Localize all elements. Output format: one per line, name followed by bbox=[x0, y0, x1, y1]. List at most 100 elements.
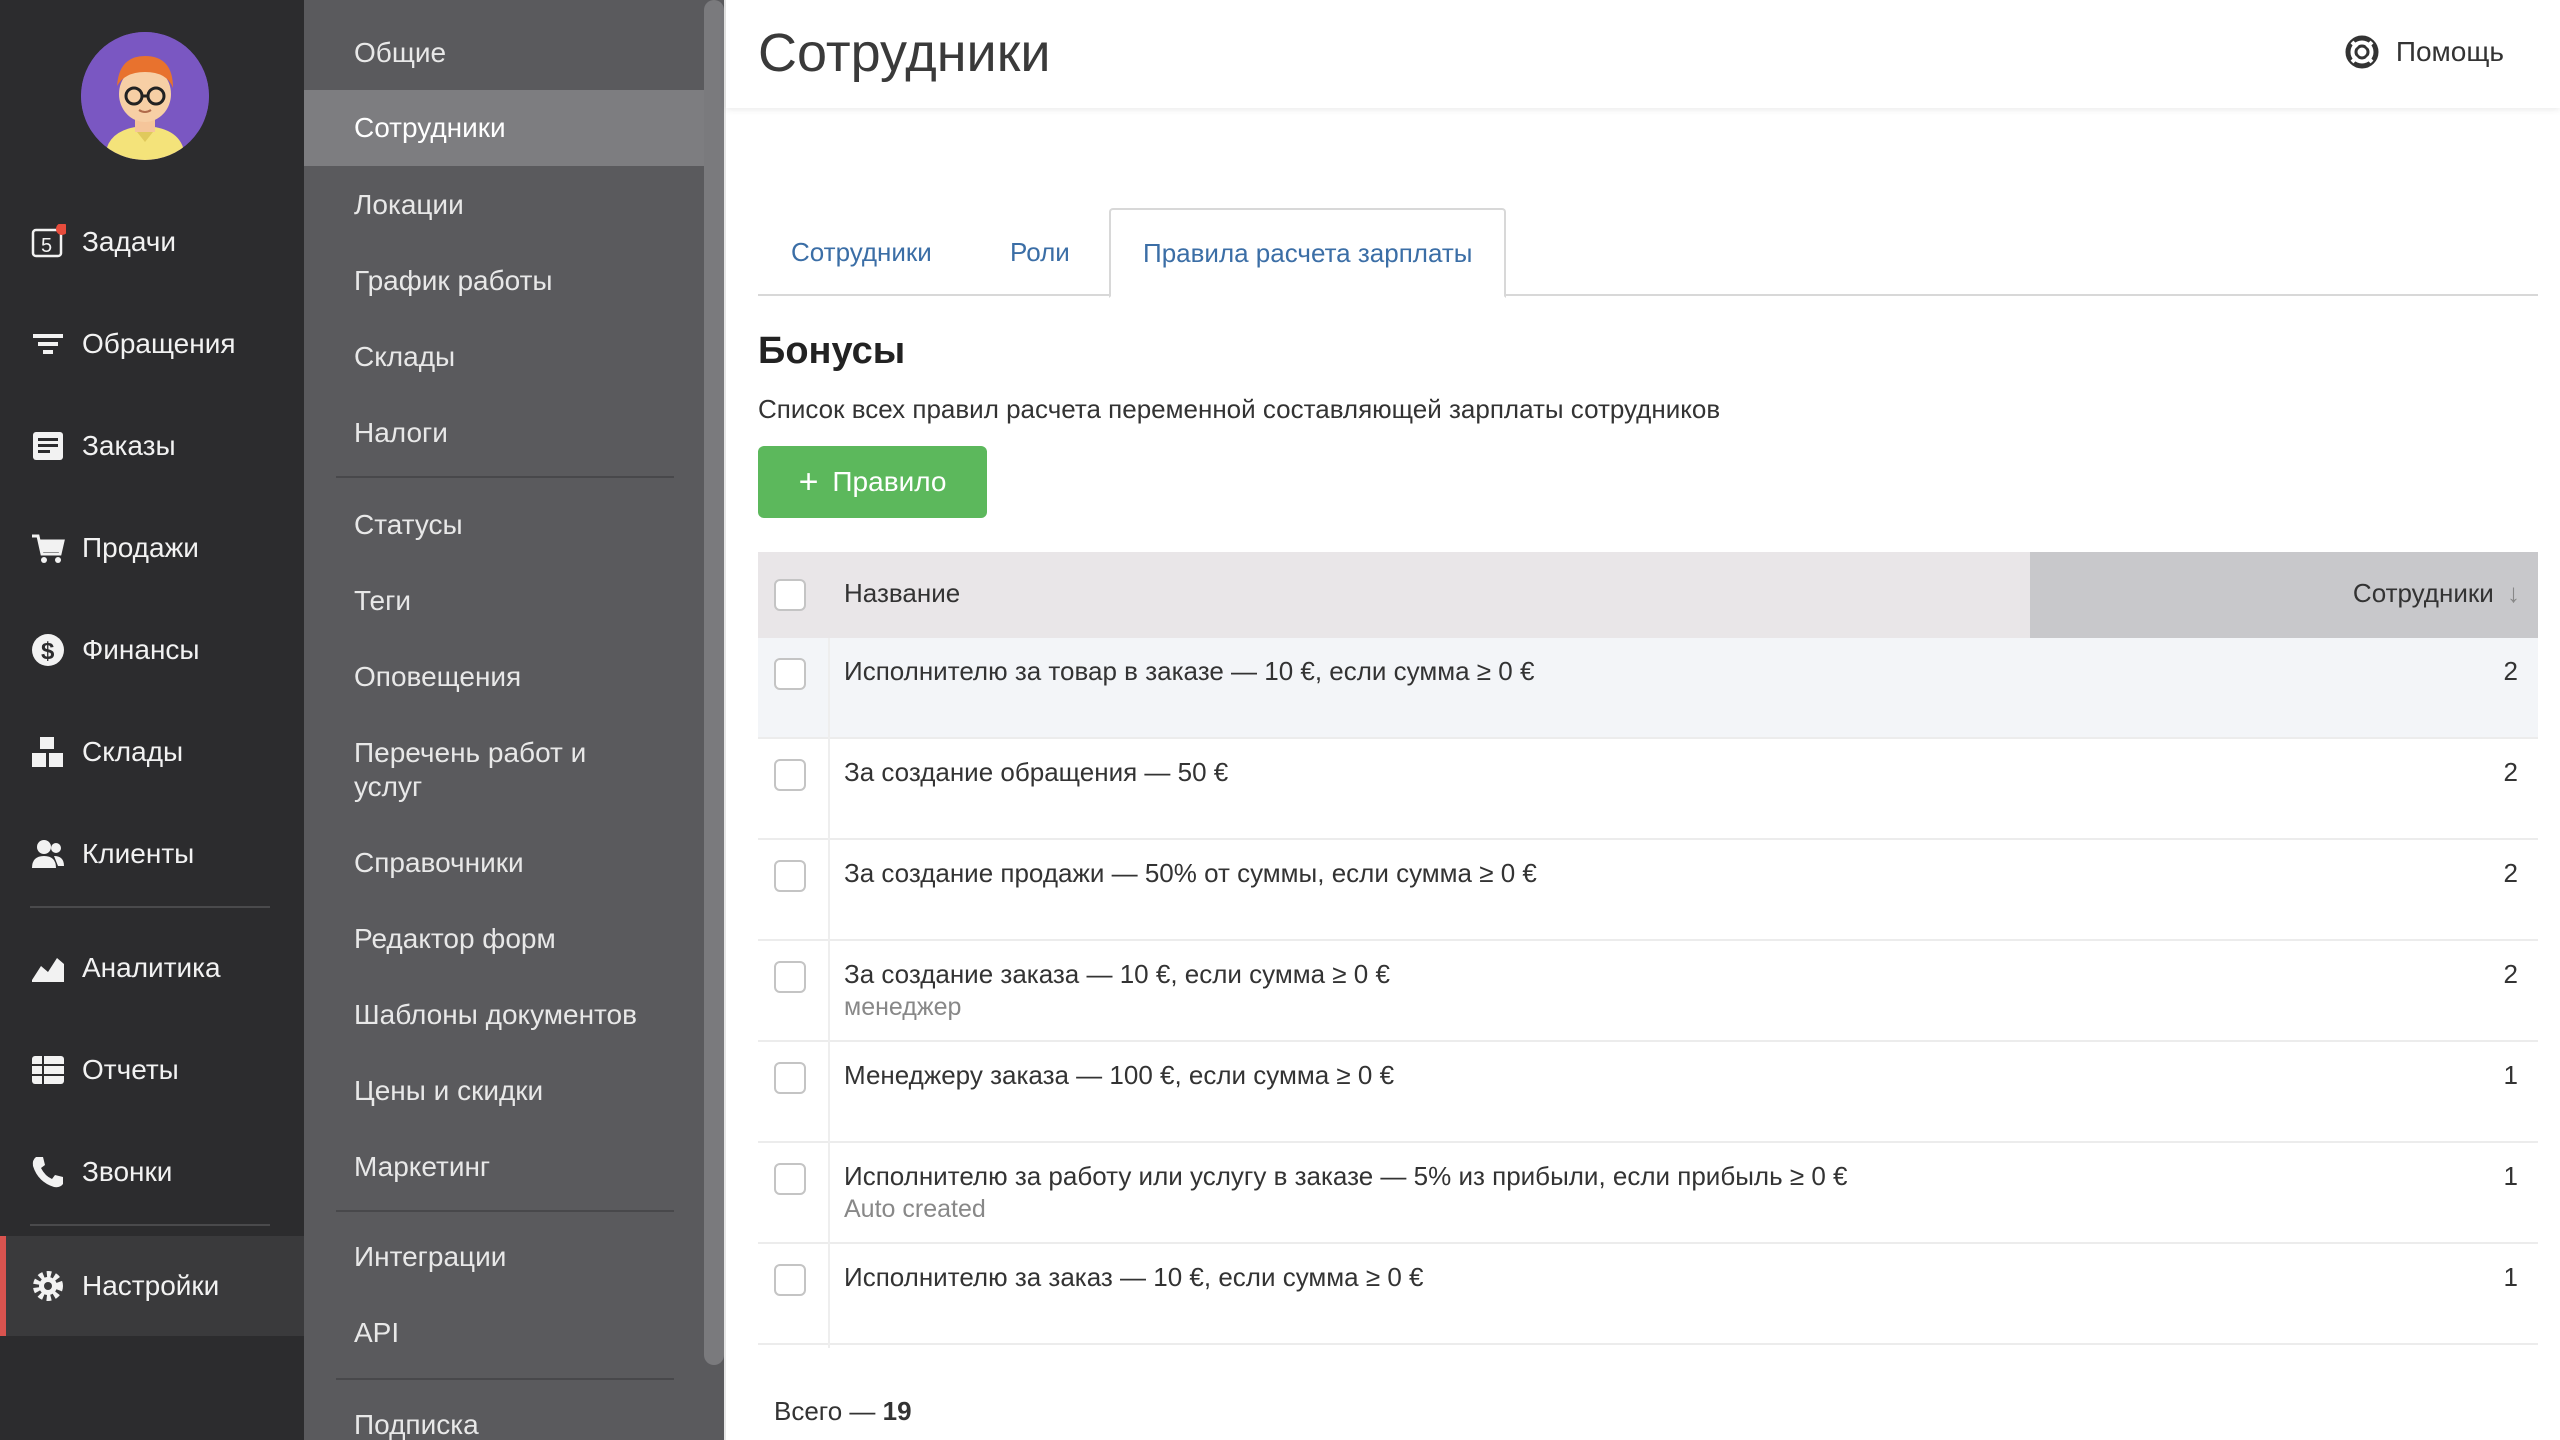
section-description: Список всех правил расчета переменной со… bbox=[758, 394, 1721, 424]
column-header-employees-label: Сотрудники bbox=[2352, 578, 2494, 608]
row-checkbox[interactable] bbox=[774, 1163, 806, 1195]
submenu-scrollbar[interactable] bbox=[704, 0, 724, 1365]
select-all-checkbox[interactable] bbox=[774, 579, 806, 611]
submenu-item-marketing[interactable]: Маркетинг bbox=[304, 1150, 704, 1184]
row-checkbox[interactable] bbox=[774, 961, 806, 993]
nav-label: Отчеты bbox=[82, 1054, 179, 1085]
nav-label: Клиенты bbox=[82, 838, 195, 869]
tab-salary-rules[interactable]: Правила расчета зарплаты bbox=[1109, 208, 1507, 298]
submenu-scroll-track bbox=[724, 0, 726, 1440]
submenu-item-statuses[interactable]: Статусы bbox=[304, 508, 704, 542]
nav-item-finance[interactable]: $ Финансы bbox=[0, 600, 304, 700]
help-button[interactable]: Помощь bbox=[2344, 34, 2504, 70]
nav-item-orders[interactable]: Заказы bbox=[0, 396, 304, 496]
table-header: Название Сотрудники ↓ bbox=[758, 552, 2538, 638]
nav-item-calls[interactable]: Звонки bbox=[0, 1122, 304, 1222]
page-title: Сотрудники bbox=[758, 23, 1051, 83]
svg-text:5: 5 bbox=[41, 235, 52, 257]
filter-icon bbox=[30, 326, 66, 362]
submenu-divider bbox=[336, 476, 674, 478]
nav-label: Финансы bbox=[82, 634, 200, 665]
row-checkbox[interactable] bbox=[774, 1062, 806, 1094]
submenu-item-general[interactable]: Общие bbox=[304, 36, 704, 70]
section-title: Бонусы bbox=[758, 330, 906, 372]
add-rule-label: Правило bbox=[832, 466, 947, 497]
submenu-item-schedule[interactable]: График работы bbox=[304, 264, 704, 298]
row-checkbox[interactable] bbox=[774, 860, 806, 892]
nav-label: Продажи bbox=[82, 532, 199, 563]
submenu-item-doc-templates[interactable]: Шаблоны документов bbox=[304, 998, 704, 1032]
table-column-divider bbox=[828, 638, 830, 1348]
rule-name[interactable]: Исполнителю за заказ — 10 €, если сумма … bbox=[844, 1262, 1424, 1293]
nav-item-reports[interactable]: Отчеты bbox=[0, 1020, 304, 1120]
rule-name[interactable]: За создание обращения — 50 € bbox=[844, 757, 1228, 788]
column-header-employees[interactable]: Сотрудники ↓ bbox=[2353, 578, 2520, 609]
row-checkbox[interactable] bbox=[774, 1264, 806, 1296]
submenu-item-locations[interactable]: Локации bbox=[304, 188, 704, 222]
submenu-item-warehouses[interactable]: Склады bbox=[304, 340, 704, 374]
submenu-item-taxes[interactable]: Налоги bbox=[304, 416, 704, 450]
table-row[interactable]: Исполнителю за работу или услугу в заказ… bbox=[758, 1143, 2538, 1244]
page-header: Сотрудники Помощь bbox=[726, 0, 2560, 108]
rule-name[interactable]: Исполнителю за товар в заказе — 10 €, ес… bbox=[844, 656, 1534, 687]
table-row[interactable]: За создание продажи — 50% от суммы, если… bbox=[758, 840, 2538, 941]
table-row[interactable]: Менеджеру заказа — 100 €, если сумма ≥ 0… bbox=[758, 1042, 2538, 1143]
cart-icon bbox=[30, 530, 66, 566]
nav-divider bbox=[30, 1224, 270, 1226]
gear-icon bbox=[30, 1268, 66, 1304]
orders-icon bbox=[30, 428, 66, 464]
settings-submenu: Общие Сотрудники Локации График работы С… bbox=[304, 0, 724, 1440]
bonus-rules-table: Название Сотрудники ↓ Исполнителю за тов… bbox=[758, 552, 2538, 1345]
tab-roles[interactable]: Роли bbox=[1010, 208, 1070, 296]
submenu-item-prices[interactable]: Цены и скидки bbox=[304, 1074, 704, 1108]
nav-item-sales[interactable]: Продажи bbox=[0, 498, 304, 598]
employee-count: 1 bbox=[2503, 1161, 2518, 1191]
nav-item-requests[interactable]: Обращения bbox=[0, 294, 304, 394]
employee-count: 1 bbox=[2503, 1262, 2518, 1292]
nav-label: Задачи bbox=[82, 226, 177, 257]
submenu-divider bbox=[336, 1210, 674, 1212]
submenu-divider bbox=[336, 1378, 674, 1380]
nav-item-warehouses[interactable]: Склады bbox=[0, 702, 304, 802]
add-rule-button[interactable]: + Правило bbox=[758, 446, 987, 518]
sort-arrow-down-icon: ↓ bbox=[2507, 578, 2520, 608]
submenu-item-tags[interactable]: Теги bbox=[304, 584, 704, 618]
table-row[interactable]: За создание обращения — 50 € 2 bbox=[758, 739, 2538, 840]
total-count: Всего — 19 bbox=[774, 1396, 912, 1427]
nav-item-analytics[interactable]: Аналитика bbox=[0, 918, 304, 1018]
submenu-item-api[interactable]: API bbox=[304, 1316, 704, 1350]
user-avatar[interactable] bbox=[81, 32, 209, 160]
rule-name[interactable]: За создание заказа — 10 €, если сумма ≥ … bbox=[844, 959, 1390, 990]
submenu-item-notifications[interactable]: Оповещения bbox=[304, 660, 704, 694]
nav-item-settings[interactable]: Настройки bbox=[0, 1236, 304, 1336]
employee-count: 2 bbox=[2503, 858, 2518, 888]
rule-name[interactable]: Исполнителю за работу или услугу в заказ… bbox=[844, 1161, 1848, 1192]
nav-item-tasks[interactable]: 5 Задачи bbox=[0, 192, 304, 292]
nav-label: Склады bbox=[82, 736, 184, 767]
submenu-item-employees[interactable]: Сотрудники bbox=[304, 90, 704, 166]
tabs-bar: Сотрудники Роли Правила расчета зарплаты bbox=[758, 208, 2538, 298]
row-checkbox[interactable] bbox=[774, 759, 806, 791]
tab-employees[interactable]: Сотрудники bbox=[791, 208, 932, 296]
rule-name[interactable]: Менеджеру заказа — 100 €, если сумма ≥ 0… bbox=[844, 1060, 1394, 1091]
submenu-item-services[interactable]: Перечень работ и услуг bbox=[304, 736, 634, 804]
column-header-name[interactable]: Название bbox=[844, 578, 960, 609]
employee-count: 2 bbox=[2503, 656, 2518, 686]
submenu-item-dictionaries[interactable]: Справочники bbox=[304, 846, 704, 880]
nav-item-clients[interactable]: Клиенты bbox=[0, 804, 304, 904]
rule-name[interactable]: За создание продажи — 50% от суммы, если… bbox=[844, 858, 1537, 889]
table-row[interactable]: Исполнителю за товар в заказе — 10 €, ес… bbox=[758, 638, 2538, 739]
row-checkbox[interactable] bbox=[774, 658, 806, 690]
submenu-item-subscription[interactable]: Подписка bbox=[304, 1408, 704, 1440]
lifebuoy-icon bbox=[2345, 35, 2379, 69]
table-row[interactable]: За создание заказа — 10 €, если сумма ≥ … bbox=[758, 941, 2538, 1042]
submenu-item-integrations[interactable]: Интеграции bbox=[304, 1240, 704, 1274]
employee-count: 2 bbox=[2503, 959, 2518, 989]
submenu-item-form-editor[interactable]: Редактор форм bbox=[304, 922, 704, 956]
nav-label: Заказы bbox=[82, 430, 176, 461]
total-value: 19 bbox=[882, 1396, 912, 1426]
table-row[interactable]: Исполнителю за заказ — 10 €, если сумма … bbox=[758, 1244, 2538, 1345]
reports-icon bbox=[30, 1052, 66, 1088]
total-label: Всего — bbox=[774, 1396, 876, 1426]
avatar-illustration bbox=[81, 32, 209, 160]
